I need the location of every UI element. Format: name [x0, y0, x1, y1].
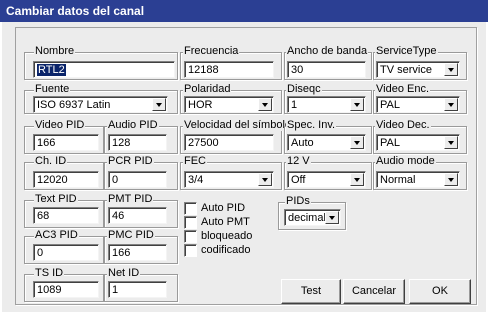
ok-button[interactable]: OK	[409, 279, 471, 304]
chevron-down-icon[interactable]	[444, 98, 458, 111]
chevron-down-icon[interactable]	[258, 173, 272, 186]
net-id-input[interactable]: 1	[108, 281, 167, 298]
bloqueado-checkbox[interactable]: bloqueado	[184, 230, 252, 243]
nombre-label: Nombre	[34, 45, 76, 57]
polaridad-select[interactable]: HOR	[184, 96, 274, 113]
pcr-pid-label: PCR PID	[107, 155, 154, 167]
auto-pid-checkbox[interactable]: Auto PID	[184, 202, 245, 215]
service-type-value: TV service	[380, 64, 432, 76]
pids-label: PIDs	[285, 195, 311, 207]
velocidad-input[interactable]: 27500	[184, 134, 274, 151]
pmc-pid-input[interactable]: 166	[108, 244, 167, 261]
nombre-input[interactable]: RTL2	[33, 61, 175, 78]
pids-select[interactable]: decimal	[284, 209, 341, 226]
video-dec-value: PAL	[380, 137, 400, 149]
checkbox-box[interactable]	[184, 202, 197, 215]
chevron-down-icon[interactable]	[444, 63, 458, 76]
diseqc-label: Diseqc	[286, 83, 322, 95]
v12-select[interactable]: Off	[287, 171, 366, 188]
frecuencia-input[interactable]: 12188	[184, 61, 274, 78]
title-bar: Cambiar datos del canal	[0, 0, 488, 22]
pids-value: decimal	[288, 212, 326, 224]
service-type-select[interactable]: TV service	[376, 61, 460, 78]
audio-pid-label: Audio PID	[107, 119, 159, 131]
video-enc-label: Video Enc.	[375, 83, 431, 95]
video-enc-select[interactable]: PAL	[376, 96, 460, 113]
net-id-label: Net ID	[107, 267, 141, 279]
checkbox-box[interactable]	[184, 244, 197, 257]
diseqc-select[interactable]: 1	[287, 96, 366, 113]
fec-label: FEC	[183, 155, 207, 167]
test-button[interactable]: Test	[281, 279, 341, 304]
chevron-down-icon[interactable]	[350, 98, 364, 111]
chevron-down-icon[interactable]	[350, 173, 364, 186]
nombre-value: RTL2	[37, 64, 66, 76]
spec-inv-select[interactable]: Auto	[287, 134, 366, 151]
chevron-down-icon[interactable]	[350, 136, 364, 149]
video-pid-input[interactable]: 166	[33, 134, 99, 151]
audio-mode-label: Audio mode	[375, 155, 436, 167]
text-pid-label: Text PID	[34, 193, 78, 205]
fec-select[interactable]: 3/4	[184, 171, 274, 188]
cancelar-button[interactable]: Cancelar	[343, 279, 405, 304]
checkbox-box[interactable]	[184, 216, 197, 229]
chevron-down-icon[interactable]	[325, 211, 339, 224]
audio-mode-value: Normal	[380, 174, 416, 186]
video-dec-select[interactable]: PAL	[376, 134, 460, 151]
spec-inv-value: Auto	[291, 137, 314, 149]
bloqueado-label: bloqueado	[201, 230, 253, 242]
ancho-banda-label: Ancho de banda	[286, 45, 369, 57]
auto-pmt-checkbox[interactable]: Auto PMT	[184, 216, 250, 229]
pcr-pid-input[interactable]: 0	[108, 171, 167, 188]
chevron-down-icon[interactable]	[444, 173, 458, 186]
spec-inv-label: Spec. Inv.	[286, 119, 337, 131]
codificado-label: codificado	[201, 244, 251, 256]
text-pid-input[interactable]: 68	[33, 207, 99, 224]
ancho-banda-input[interactable]: 30	[287, 61, 366, 78]
codificado-checkbox[interactable]: codificado	[184, 244, 251, 257]
v12-value: Off	[291, 174, 306, 186]
ts-id-label: TS ID	[34, 267, 65, 279]
video-pid-label: Video PID	[34, 119, 86, 131]
diseqc-value: 1	[291, 99, 298, 111]
polaridad-value: HOR	[188, 99, 213, 111]
ac3-pid-input[interactable]: 0	[33, 244, 99, 261]
audio-pid-input[interactable]: 128	[108, 134, 167, 151]
polaridad-label: Polaridad	[183, 83, 232, 95]
auto-pid-label: Auto PID	[201, 202, 246, 214]
fuente-value: ISO 6937 Latin	[37, 99, 111, 111]
fuente-select[interactable]: ISO 6937 Latin	[33, 96, 168, 113]
audio-mode-select[interactable]: Normal	[376, 171, 460, 188]
video-enc-value: PAL	[380, 99, 400, 111]
v12-label: 12 V	[286, 155, 311, 167]
ac3-pid-label: AC3 PID	[34, 229, 79, 241]
auto-pmt-label: Auto PMT	[201, 216, 250, 228]
window-title: Cambiar datos del canal	[6, 4, 145, 18]
ts-id-input[interactable]: 1089	[33, 281, 99, 298]
chevron-down-icon[interactable]	[258, 98, 272, 111]
fec-value: 3/4	[188, 174, 204, 186]
checkbox-box[interactable]	[184, 230, 197, 243]
pmt-pid-label: PMT PID	[107, 193, 154, 205]
chevron-down-icon[interactable]	[444, 136, 458, 149]
video-dec-label: Video Dec.	[375, 119, 431, 131]
ch-id-label: Ch. ID	[34, 155, 68, 167]
fuente-label: Fuente	[34, 83, 71, 95]
service-type-label: ServiceType	[375, 45, 438, 57]
velocidad-label: Velocidad del símbolo	[183, 119, 293, 131]
ch-id-input[interactable]: 12020	[33, 171, 99, 188]
chevron-down-icon[interactable]	[152, 98, 166, 111]
pmt-pid-input[interactable]: 46	[108, 207, 167, 224]
frecuencia-label: Frecuencia	[183, 45, 240, 57]
dialog-window: Cambiar datos del canal Nombre RTL2 Frec…	[0, 0, 488, 314]
pmc-pid-label: PMC PID	[107, 229, 155, 241]
